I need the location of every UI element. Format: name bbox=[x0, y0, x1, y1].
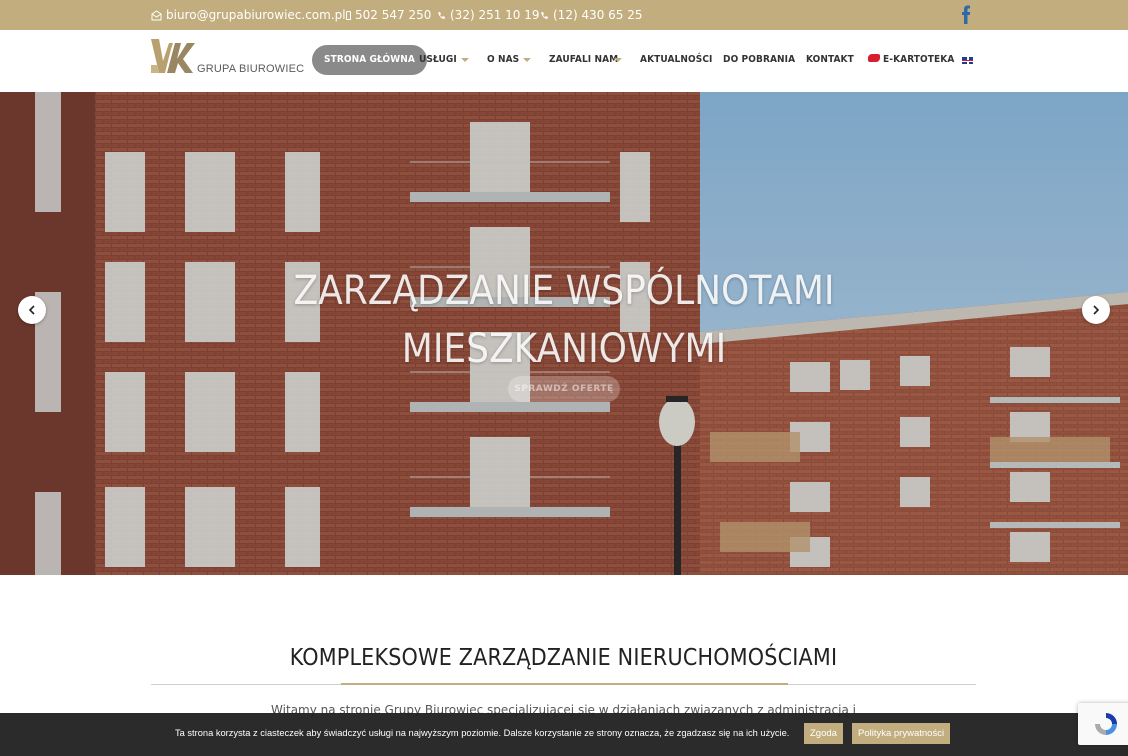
phone-text-2: (12) 430 65 25 bbox=[553, 8, 643, 22]
slider-next-button[interactable] bbox=[1082, 296, 1110, 324]
section-divider-accent bbox=[341, 683, 788, 685]
envelope-icon bbox=[151, 9, 162, 20]
uk-flag-icon[interactable] bbox=[962, 57, 973, 64]
facebook-icon[interactable] bbox=[960, 5, 972, 25]
phone-contact-2[interactable]: (12) 430 65 25 bbox=[540, 8, 643, 22]
e-kartoteka-icon bbox=[868, 54, 880, 62]
nav-item-about[interactable]: O NAS bbox=[487, 45, 519, 75]
logo[interactable]: GRUPA BIUROWIEC bbox=[151, 39, 305, 79]
nav-item-contact[interactable]: KONTAKT bbox=[806, 45, 854, 75]
nav-item-e-kartoteka[interactable]: E-KARTOTEKA bbox=[868, 45, 954, 75]
chevron-down-icon bbox=[523, 58, 531, 62]
e-kartoteka-label: E-KARTOTEKA bbox=[883, 54, 955, 65]
hero-cta-button[interactable]: SPRAWDŹ OFERTĘ bbox=[508, 376, 620, 402]
chevron-down-icon bbox=[461, 58, 469, 62]
hero-title: ZARZĄDZANIE WSPÓLNOTAMI MIESZKANIOWYMI bbox=[264, 262, 864, 378]
chevron-down-icon bbox=[614, 58, 622, 62]
nav-item-clients[interactable]: ZAUFALI NAM bbox=[549, 45, 618, 75]
mobile-phone-text: 502 547 250 bbox=[355, 8, 432, 22]
chevron-right-icon bbox=[1093, 305, 1100, 315]
cookie-consent-bar: Ta strona korzysta z ciasteczek aby świa… bbox=[0, 713, 1128, 756]
slider-prev-button[interactable] bbox=[18, 296, 46, 324]
section-title: KOMPLEKSOWE ZARZĄDZANIE NIERUCHOMOŚCIAMI bbox=[289, 645, 838, 671]
cookie-text: Ta strona korzysta z ciasteczek aby świa… bbox=[175, 728, 790, 738]
nav-item-news[interactable]: AKTUALNOŚCI bbox=[640, 45, 712, 75]
mobile-phone-contact[interactable]: 502 547 250 bbox=[346, 8, 431, 22]
email-text: biuro@grupabiurowiec.com.pl bbox=[166, 8, 346, 22]
hero-title-line-1: ZARZĄDZANIE WSPÓLNOTAMI bbox=[293, 268, 835, 314]
recaptcha-badge[interactable] bbox=[1078, 703, 1128, 745]
hero-slider: ZARZĄDZANIE WSPÓLNOTAMI MIESZKANIOWYMI S… bbox=[0, 92, 1128, 575]
phone-text-1: (32) 251 10 19 bbox=[450, 8, 540, 22]
phone-icon bbox=[438, 11, 445, 19]
cookie-accept-button[interactable]: Zgoda bbox=[804, 723, 843, 744]
logo-mark-icon bbox=[151, 39, 195, 73]
phone-icon bbox=[541, 11, 548, 19]
chevron-left-icon bbox=[28, 305, 35, 315]
site-header: GRUPA BIUROWIEC STRONA GŁÓWNA USŁUGI O N… bbox=[0, 30, 1128, 92]
recaptcha-icon bbox=[1095, 713, 1117, 735]
mobile-icon bbox=[346, 10, 351, 20]
nav-item-services[interactable]: USŁUGI bbox=[419, 45, 457, 75]
hero-title-line-2: MIESZKANIOWYMI bbox=[401, 326, 727, 372]
nav-item-downloads[interactable]: DO POBRANIA bbox=[723, 45, 795, 75]
phone-contact-1[interactable]: (32) 251 10 19 bbox=[437, 8, 540, 22]
top-bar: biuro@grupabiurowiec.com.pl 502 547 250 … bbox=[0, 0, 1128, 30]
email-contact[interactable]: biuro@grupabiurowiec.com.pl bbox=[151, 8, 346, 22]
nav-item-home[interactable]: STRONA GŁÓWNA bbox=[312, 45, 427, 75]
logo-text: GRUPA BIUROWIEC bbox=[197, 63, 305, 75]
privacy-policy-button[interactable]: Polityka prywatności bbox=[852, 723, 951, 744]
